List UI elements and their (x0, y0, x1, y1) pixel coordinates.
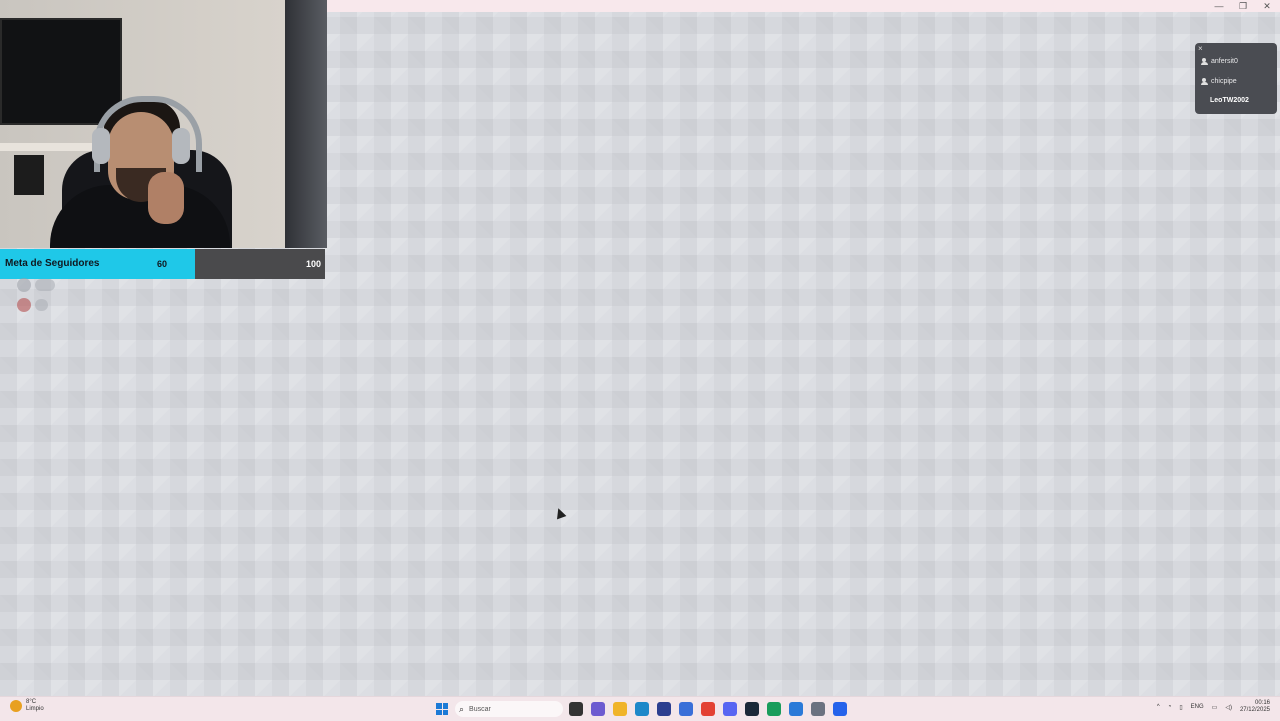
app-blue-icon[interactable] (789, 702, 803, 716)
steam-icon[interactable] (745, 702, 759, 716)
volume-icon[interactable]: ◁) (1225, 704, 1232, 711)
weather-desc: Limpio (26, 706, 44, 712)
discord-icon[interactable] (723, 702, 737, 716)
close-button[interactable]: ✕ (1262, 0, 1272, 12)
webcam-feed (0, 0, 327, 248)
chat-name-pill (35, 299, 49, 311)
copilot-icon[interactable] (591, 702, 605, 716)
language-indicator[interactable]: ENG (1191, 704, 1204, 710)
windows-logo-icon (436, 703, 442, 709)
avatar (17, 298, 31, 312)
display-icon[interactable]: ▭ (1212, 704, 1218, 711)
app-active-icon[interactable] (833, 702, 847, 716)
clock-time: 00:16 (1254, 700, 1270, 706)
chat-item (17, 278, 56, 292)
viewer-item: chicpipe (1201, 78, 1237, 85)
microphone-icon[interactable]: ▯ (1179, 704, 1182, 711)
follower-goal-bar: Meta de Seguidores 60 100 (0, 249, 325, 279)
user-icon (1201, 78, 1208, 85)
window-controls: — ❐ ✕ (1214, 0, 1272, 12)
close-icon[interactable]: × (1198, 44, 1203, 53)
sun-icon (10, 700, 22, 712)
viewer-name: chicpipe (1211, 78, 1237, 85)
viewer-item: anfersit0 (1201, 58, 1238, 65)
search-box[interactable]: ⌕ Buscar (455, 701, 563, 717)
weather-widget[interactable]: 8°C Limpio (10, 699, 44, 713)
user-icon (1201, 58, 1208, 65)
window-titlebar: — ❐ ✕ (327, 0, 1280, 12)
tv-screen (0, 18, 122, 125)
viewer-item-highlight: LeoTW2002 (1210, 97, 1249, 104)
clock-date: 27/12/2025 (1239, 707, 1270, 713)
mail-icon[interactable] (679, 702, 693, 716)
avatar (17, 278, 31, 292)
system-tray: ^ ◔ ▯ ENG ▭ ◁) 00:16 27/12/2025 (1157, 700, 1270, 714)
goal-label: Meta de Seguidores (5, 258, 100, 269)
store-icon[interactable] (657, 702, 671, 716)
clock[interactable]: 00:16 27/12/2025 (1240, 700, 1270, 714)
start-button[interactable] (436, 703, 448, 715)
taskbar: 8°C Limpio ⌕ Buscar ^ ◔ ▯ ENG ▭ ◁) 00:16… (0, 696, 1280, 721)
maximize-button[interactable]: ❐ (1238, 0, 1248, 12)
chat-overlay (17, 278, 56, 318)
chat-item (17, 298, 55, 312)
goal-current: 60 (157, 259, 168, 269)
app-green-icon[interactable] (767, 702, 781, 716)
search-icon: ⌕ (459, 703, 465, 714)
file-explorer-icon[interactable] (613, 702, 627, 716)
taskbar-apps (569, 702, 847, 716)
network-icon[interactable]: ◔ (1168, 704, 1172, 710)
viewer-name: LeoTW2002 (1210, 97, 1249, 104)
chrome-icon[interactable] (701, 702, 715, 716)
settings-icon[interactable] (811, 702, 825, 716)
viewer-name: anfersit0 (1211, 58, 1238, 65)
search-placeholder: Buscar (469, 705, 491, 713)
edge-icon[interactable] (635, 702, 649, 716)
viewer-list-panel: × anfersit0 chicpipe LeoTW2002 (1195, 43, 1277, 114)
chevron-up-icon[interactable]: ^ (1157, 704, 1160, 710)
minimize-button[interactable]: — (1214, 0, 1224, 12)
chat-name-pill (35, 279, 56, 291)
goal-target: 100 (305, 259, 321, 269)
weather-temp: 8°C (26, 699, 37, 705)
task-view-icon[interactable] (569, 702, 583, 716)
